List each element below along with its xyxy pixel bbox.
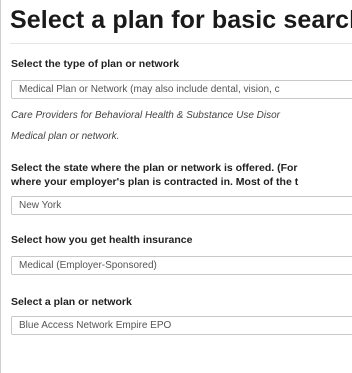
page-title: Select a plan for basic search xyxy=(10,6,352,34)
state-select[interactable]: New York xyxy=(11,196,352,215)
plan-type-select[interactable]: Medical Plan or Network (may also includ… xyxy=(11,80,352,99)
plan-type-label: Select the type of plan or network xyxy=(11,58,180,70)
insurance-source-select[interactable]: Medical (Employer-Sponsored) xyxy=(11,256,352,275)
plan-network-label: Select a plan or network xyxy=(11,296,132,308)
state-label-line-2: where your employer's plan is contracted… xyxy=(11,176,299,188)
state-label-line-1: Select the state where the plan or netwo… xyxy=(11,162,298,174)
plan-selection-panel: Select a plan for basic search Select th… xyxy=(0,0,352,373)
insurance-source-label: Select how you get health insurance xyxy=(11,234,193,246)
title-divider xyxy=(10,43,352,44)
behavioral-health-note: Care Providers for Behavioral Health & S… xyxy=(11,110,281,121)
plan-network-select[interactable]: Blue Access Network Empire EPO xyxy=(11,316,352,335)
medical-plan-note: Medical plan or network. xyxy=(11,131,120,142)
